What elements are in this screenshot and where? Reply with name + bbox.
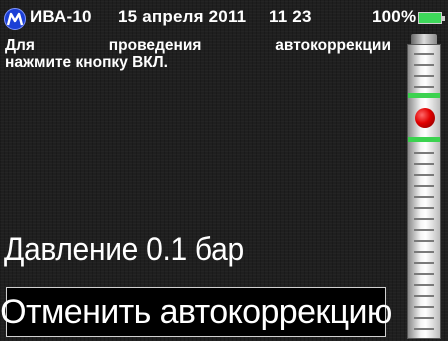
level-tick (414, 262, 434, 264)
instruction-message: Для проведения автокоррекции нажмите кно… (5, 37, 391, 71)
status-time: 11 23 (269, 7, 312, 26)
level-tick (414, 218, 434, 220)
level-tick (414, 317, 434, 319)
level-tick (414, 163, 434, 165)
level-tick (414, 152, 434, 154)
level-tick (414, 174, 434, 176)
level-zone-bottom (408, 137, 440, 142)
level-tick (414, 306, 434, 308)
message-word: автокоррекции (275, 37, 391, 54)
device-name: ИВА-10 (30, 7, 92, 26)
status-bar: ИВА-10 15 апреля 2011 11 23 100% (0, 0, 448, 36)
level-tick (414, 75, 434, 77)
level-tick (414, 53, 434, 55)
level-tick (414, 295, 434, 297)
level-tick (414, 251, 434, 253)
message-word: Для (5, 37, 35, 54)
status-date: 15 апреля 2011 (118, 7, 247, 26)
pressure-readout: Давление 0.1 бар (4, 232, 244, 268)
level-tick (414, 64, 434, 66)
level-tick (414, 328, 434, 330)
level-tick (414, 229, 434, 231)
level-tick (414, 273, 434, 275)
logo-icon (4, 8, 26, 30)
level-ball (415, 108, 435, 128)
battery-percent: 100% (372, 7, 417, 26)
message-line-2: нажмите кнопку ВКЛ. (5, 54, 168, 71)
level-tick (414, 86, 434, 88)
level-tick (414, 284, 434, 286)
cancel-autocorrection-button[interactable]: Отменить автокоррекцию (0, 287, 392, 337)
level-tick (414, 185, 434, 187)
level-tick (414, 240, 434, 242)
level-tick (414, 207, 434, 209)
battery-icon (418, 12, 445, 24)
message-word: проведения (108, 37, 202, 54)
message-line-1: Для проведения автокоррекции (5, 37, 391, 54)
level-gauge (407, 44, 441, 339)
level-tick (414, 196, 434, 198)
level-zone-top (408, 93, 440, 98)
